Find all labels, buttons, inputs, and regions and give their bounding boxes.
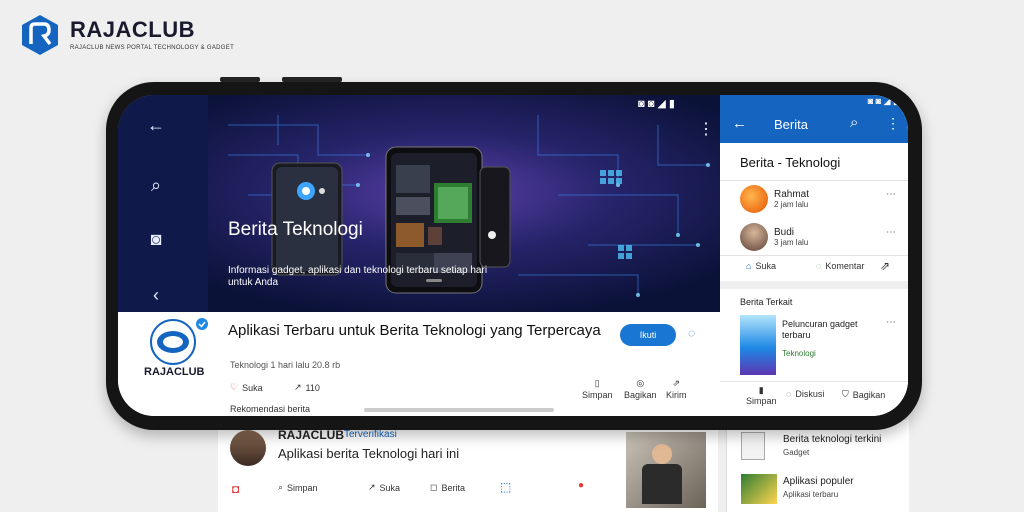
source-name: RAJACLUB xyxy=(144,366,205,378)
article-meta: Teknologi 1 hari lalu 20.8 rb xyxy=(230,360,341,370)
chat-icon[interactable]: ◌ xyxy=(688,326,695,340)
notification-icon[interactable]: ● xyxy=(578,480,584,491)
heart-icon: ♡ xyxy=(230,382,239,392)
save-action[interactable]: ▮ Simpan xyxy=(746,385,777,406)
brand-name: RAJACLUB xyxy=(70,17,195,42)
item-name: Budi xyxy=(774,227,795,238)
hero-subtitle: Informasi gadget, aplikasi dan teknologi… xyxy=(228,265,488,288)
list-item-sub: Aplikasi terbaru xyxy=(783,490,839,499)
flag-icon[interactable]: ◘ xyxy=(232,482,239,496)
back-arrow-icon[interactable]: ← xyxy=(732,115,747,132)
comment-icon: ◌ xyxy=(786,389,792,399)
right-panel-header: ◙ ◙ ◢ ▮ ← Berita ⌕ ⋮ xyxy=(720,95,908,143)
next-item-label: Rekomendasi berita xyxy=(230,404,311,414)
list-item-thumb xyxy=(741,474,777,504)
like-button[interactable]: ♡ Suka xyxy=(230,382,263,393)
list-item-title: Aplikasi populer xyxy=(783,476,854,487)
more-icon[interactable]: ⋮ xyxy=(698,119,714,139)
panel-title: Berita xyxy=(774,117,808,132)
like-button[interactable]: ⌂ Suka xyxy=(746,261,776,271)
list-item-sub: Gadget xyxy=(783,448,810,457)
hero-title: Berita Teknologi xyxy=(228,219,363,240)
bookmark-outline-icon: ⛉ xyxy=(842,389,849,399)
related-title[interactable]: Peluncuran gadget terbaru xyxy=(782,319,888,341)
list-item[interactable]: Rahmat 2 jam lalu xyxy=(740,185,809,213)
share-action[interactable]: ◎ Bagikan xyxy=(624,378,657,400)
bookmark-icon: ▮ xyxy=(758,385,764,395)
like-button[interactable]: ↗ Suka xyxy=(368,482,400,493)
search-icon[interactable]: ⌕ xyxy=(850,114,858,131)
user-name: RAJACLUB xyxy=(278,428,344,442)
send-action[interactable]: ⇗ Kirim xyxy=(666,378,687,400)
card-title: Berita - Teknologi xyxy=(740,155,841,170)
article-card: RAJACLUB Aplikasi Terbaru untuk Berita T… xyxy=(118,312,720,416)
list-item-thumb xyxy=(741,432,765,460)
comment-button[interactable]: ◻ Berita xyxy=(430,482,465,493)
more-icon[interactable]: ⋯ xyxy=(886,317,896,328)
related-sub: Teknologi xyxy=(782,349,816,358)
source-logo-icon xyxy=(150,318,208,365)
share-button[interactable]: ⛉ Bagikan xyxy=(842,389,885,400)
right-panel: ◙ ◙ ◢ ▮ ← Berita ⌕ ⋮ Berita - Teknologi … xyxy=(720,95,908,416)
list-item-title: Berita teknologi terkini xyxy=(783,434,882,445)
verified-badge: Terverifikasi xyxy=(344,429,397,440)
save-action[interactable]: ▯ Simpan xyxy=(582,378,613,400)
back-arrow-icon[interactable]: ← xyxy=(146,115,166,136)
phone-screen: ← ⌕ ◙ ‹ ◙ ◙ ◢ ▮ ⋮ Berita Teknologi Infor… xyxy=(118,95,908,416)
brand-tagline: RAJACLUB NEWS PORTAL TECHNOLOGY & GADGET xyxy=(70,45,235,51)
save-button[interactable]: ⌕ Simpan xyxy=(278,482,318,493)
brand-logo-icon xyxy=(22,15,58,55)
avatar xyxy=(740,185,768,213)
brand: RAJACLUB RAJACLUB NEWS PORTAL TECHNOLOGY… xyxy=(20,14,234,56)
share-count[interactable]: ↗ 110 xyxy=(294,382,320,393)
chevron-left-icon[interactable]: ‹ xyxy=(146,285,166,306)
item-sub: 2 jam lalu xyxy=(774,200,809,209)
search-icon[interactable]: ⌕ xyxy=(146,175,166,196)
home-icon: ⌂ xyxy=(746,261,752,271)
more-icon[interactable]: ⋮ xyxy=(886,115,900,132)
item-sub: 3 jam lalu xyxy=(774,238,809,247)
follow-button[interactable]: Ikuti xyxy=(620,324,676,346)
scroll-indicator[interactable] xyxy=(364,408,554,412)
section-title: Berita Terkait xyxy=(740,297,793,307)
bookmark-icon[interactable]: ⬚ xyxy=(500,480,511,494)
status-bar-icons: ◙ ◙ ◢ ▮ xyxy=(867,96,898,106)
comment-button[interactable]: ◌ Diskusi xyxy=(786,389,824,399)
more-icon[interactable]: ⋯ xyxy=(886,189,896,200)
share-icon: ↗ xyxy=(368,482,376,492)
share-icon[interactable]: ⇗ xyxy=(880,259,890,273)
phone-illustration-right xyxy=(479,166,511,268)
save-icon: ⌕ xyxy=(278,482,284,492)
related-thumb xyxy=(740,315,776,375)
background-side-list: Berita teknologi terkini Gadget Aplikasi… xyxy=(726,420,909,512)
status-bar-icons: ◙ ◙ ◢ ▮ xyxy=(638,98,675,110)
list-item[interactable]: Budi 3 jam lalu xyxy=(740,223,808,251)
background-feed-card: RAJACLUB Terverifikasi Aplikasi berita T… xyxy=(218,418,718,512)
comment-icon: ◌ xyxy=(816,261,822,271)
avatar xyxy=(230,430,266,466)
share-icon: ◎ xyxy=(636,378,645,388)
comment-icon: ◻ xyxy=(430,482,438,492)
more-icon[interactable]: ⋯ xyxy=(886,227,896,238)
side-nav: ← ⌕ ◙ ‹ xyxy=(118,95,208,312)
related-card: Berita Terkait Peluncuran gadget terbaru… xyxy=(720,289,908,416)
post-image xyxy=(626,432,706,508)
share-icon: ↗ xyxy=(294,382,302,392)
post-text: Aplikasi berita Teknologi hari ini xyxy=(278,446,460,461)
article-title[interactable]: Aplikasi Terbaru untuk Berita Teknologi … xyxy=(228,322,608,339)
item-name: Rahmat xyxy=(774,189,810,200)
bookmark-icon: ▯ xyxy=(594,378,600,388)
avatar xyxy=(740,223,768,251)
comment-button[interactable]: ◌ Komentar xyxy=(816,261,864,271)
news-card: Berita - Teknologi Rahmat 2 jam lalu ⋯ B… xyxy=(720,143,908,281)
volume-button xyxy=(220,77,260,82)
hero-banner: ← ⌕ ◙ ‹ ◙ ◙ ◢ ▮ ⋮ Berita Teknologi Infor… xyxy=(118,95,720,312)
power-button xyxy=(282,77,342,82)
send-icon: ⇗ xyxy=(672,378,681,388)
camera-icon[interactable]: ◙ xyxy=(146,229,166,250)
